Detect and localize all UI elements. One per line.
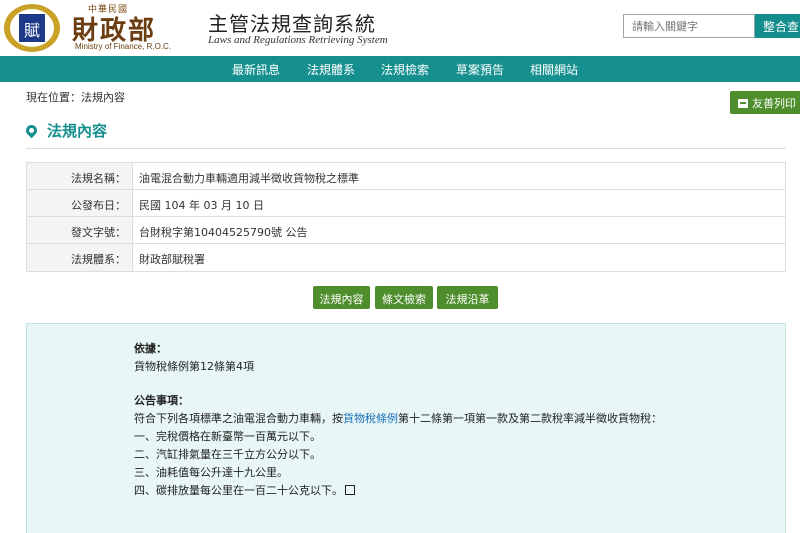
list-item: 四、碳排放量每公里在一百二十公克以下。: [134, 484, 343, 497]
publish-date-value: 民國 104 年 03 月 10 日: [139, 199, 264, 212]
section-title: 法規內容: [23, 120, 108, 141]
goods-tax-act-link[interactable]: 貨物稅條例: [343, 412, 398, 425]
nav-item-latest-news[interactable]: 最新訊息: [232, 61, 280, 78]
logo-english-text: Ministry of Finance, R.O.C.: [75, 42, 172, 51]
basis-title: 依據：: [134, 342, 167, 355]
publish-date-label: 公發布日：: [27, 190, 133, 216]
nav-item-related-sites[interactable]: 相關網站: [530, 61, 578, 78]
law-content-button[interactable]: 法規內容: [313, 286, 370, 309]
svg-text:賦: 賦: [24, 21, 40, 40]
law-name-label: 法規名稱：: [27, 163, 133, 189]
law-system-label: 法規體系：: [27, 244, 133, 271]
article-search-button[interactable]: 條文檢索: [375, 286, 433, 309]
system-title: 主管法規查詢系統: [208, 12, 376, 36]
list-item: 二、汽缸排氣量在三千立方公分以下。: [134, 448, 321, 461]
table-row: 公發布日： 民國 104 年 03 月 10 日: [27, 190, 785, 217]
table-row: 法規名稱： 油電混合動力車輛適用減半徵收貨物稅之標準: [27, 163, 785, 190]
law-content-box: 依據： 貨物稅條例第12條第4項 公告事項： 符合下列各項標準之油電混合動力車輛…: [26, 323, 786, 533]
search-button[interactable]: 整合查: [755, 14, 800, 38]
site-header: 賦 中華民國 財政部 Ministry of Finance, R.O.C. 主…: [0, 0, 800, 56]
table-row: 發文字號： 台財稅字第10404525790號 公告: [27, 217, 785, 244]
printer-icon: [738, 99, 748, 108]
ministry-logo[interactable]: 賦: [2, 2, 66, 54]
print-button-label: 友善列印: [752, 97, 796, 110]
breadcrumb: 現在位置：法規內容: [26, 91, 125, 104]
notice-intro-post: 第十二條第一項第一款及第二款稅率減半徵收貨物稅：: [398, 412, 662, 425]
section-title-text: 法規內容: [47, 122, 108, 140]
search-input[interactable]: [623, 14, 755, 38]
nav-item-draft-notice[interactable]: 草案預告: [456, 61, 504, 78]
nav-item-law-search[interactable]: 法規檢索: [381, 61, 429, 78]
list-item: 一、完稅價格在新臺幣一百萬元以下。: [134, 430, 321, 443]
nav-item-law-system[interactable]: 法規體系: [307, 61, 355, 78]
location-pin-icon: [23, 122, 40, 139]
main-nav: 最新訊息 法規體系 法規檢索 草案預告 相關網站: [0, 56, 800, 82]
notice-intro-pre: 符合下列各項標準之油電混合動力車輛，按: [134, 412, 343, 425]
notice-title: 公告事項：: [134, 394, 189, 407]
list-item: 三、油耗值每公升達十九公里。: [134, 466, 288, 479]
law-history-button[interactable]: 法規沿革: [437, 286, 498, 309]
notice-intro: 符合下列各項標準之油電混合動力車輛，按貨物稅條例第十二條第一項第一款及第二款稅率…: [134, 410, 662, 426]
law-info-table: 法規名稱： 油電混合動力車輛適用減半徵收貨物稅之標準 公發布日： 民國 104 …: [26, 162, 786, 272]
system-subtitle: Laws and Regulations Retrieving System: [208, 34, 388, 46]
section-divider: [26, 148, 786, 149]
print-button[interactable]: 友善列印: [730, 91, 800, 114]
list-item-last: 四、碳排放量每公里在一百二十公克以下。: [134, 482, 355, 498]
document-number-value: 台財稅字第10404525790號 公告: [139, 226, 308, 239]
table-row: 法規體系： 財政部賦稅署: [27, 244, 785, 271]
basis-text: 貨物稅條例第12條第4項: [134, 360, 254, 373]
law-system-value: 財政部賦稅署: [139, 253, 205, 266]
empty-box-icon: [345, 485, 355, 495]
document-number-label: 發文字號：: [27, 217, 133, 243]
law-name-value: 油電混合動力車輛適用減半徵收貨物稅之標準: [139, 172, 359, 185]
